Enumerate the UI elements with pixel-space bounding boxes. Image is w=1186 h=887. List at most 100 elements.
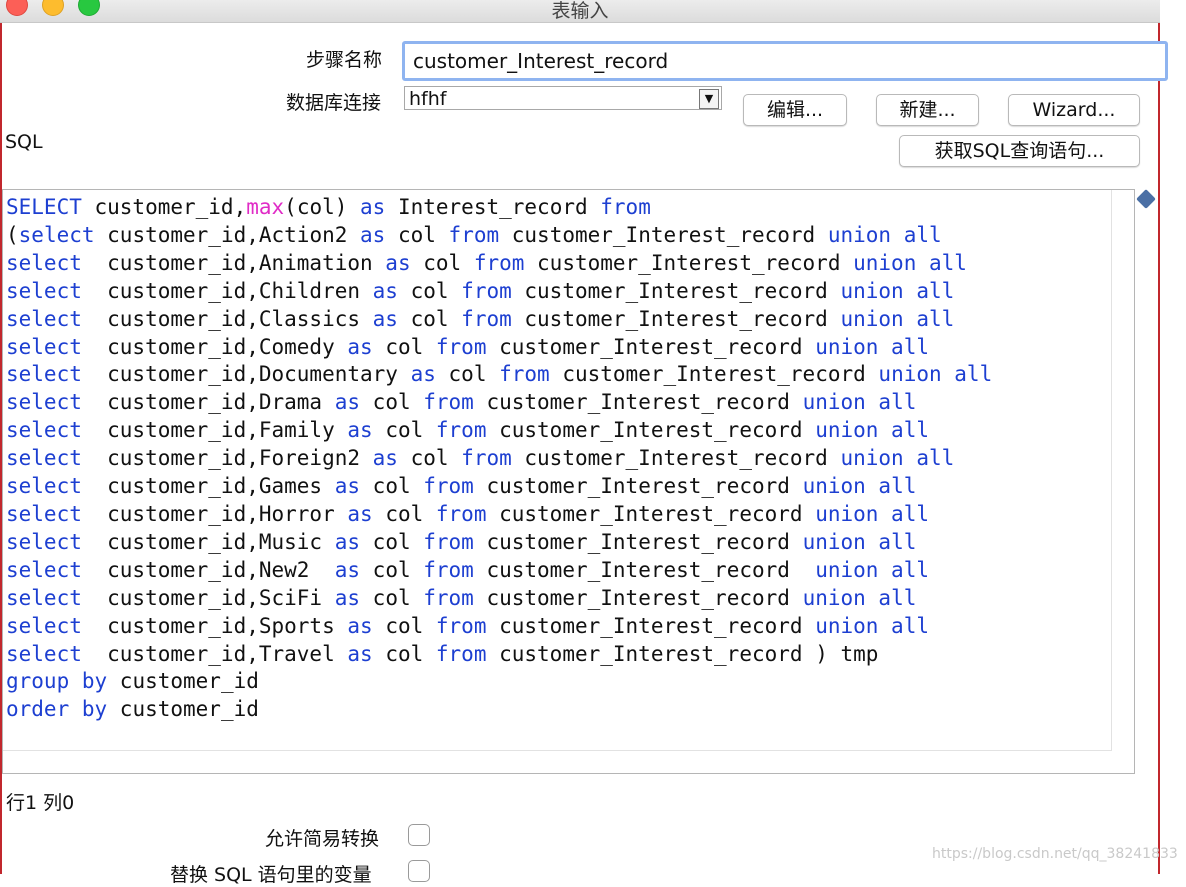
sql-text: col bbox=[385, 222, 449, 247]
step-name-input[interactable] bbox=[402, 41, 1168, 81]
window-title: 表输入 bbox=[551, 0, 609, 22]
sql-keyword: from bbox=[499, 362, 550, 387]
sql-line: select customer_id,Classics as col from … bbox=[6, 306, 992, 334]
lazy-conversion-checkbox[interactable] bbox=[408, 824, 430, 846]
sql-keyword: union all bbox=[853, 250, 967, 275]
sql-keyword: as bbox=[347, 501, 373, 526]
sql-text: customer_id bbox=[107, 669, 259, 694]
sql-text-area[interactable]: SELECT customer_id,max(col) as Interest_… bbox=[3, 190, 1112, 751]
sql-text: customer_Interest_record bbox=[486, 613, 816, 638]
sql-text: customer_id,Horror bbox=[81, 501, 348, 526]
sql-text: customer_id,Drama bbox=[81, 390, 335, 415]
step-name-label: 步骤名称 bbox=[306, 49, 383, 71]
sql-text: customer_id,Sports bbox=[81, 613, 348, 638]
sql-keyword: from bbox=[423, 557, 474, 582]
sql-line: select customer_id,SciFi as col from cus… bbox=[6, 585, 992, 613]
sql-keyword: from bbox=[461, 306, 512, 331]
sql-keyword: union all bbox=[802, 390, 917, 415]
sql-keyword: select bbox=[6, 474, 82, 499]
sql-text: customer_id,Comedy bbox=[81, 334, 348, 359]
sql-text: customer_Interest_record bbox=[486, 334, 816, 359]
sql-function: max bbox=[246, 195, 285, 219]
edit-connection-button[interactable]: 编辑... bbox=[743, 94, 847, 126]
sql-code[interactable]: SELECT customer_id,max(col) as Interest_… bbox=[6, 194, 992, 724]
sql-label: SQL bbox=[5, 131, 43, 153]
sql-line: order by customer_id bbox=[6, 696, 992, 724]
db-connection-select[interactable]: hfhf ▼ bbox=[404, 86, 722, 110]
sql-keyword: from bbox=[435, 501, 487, 526]
get-sql-query-button[interactable]: 获取SQL查询语句... bbox=[899, 135, 1140, 167]
sql-text: customer_id,Games bbox=[81, 474, 335, 499]
sql-text: ( bbox=[6, 222, 19, 247]
sql-text: customer_Interest_record bbox=[473, 585, 803, 610]
sql-text: col bbox=[372, 613, 436, 638]
sql-keyword: union all bbox=[840, 446, 955, 471]
wizard-button[interactable]: Wizard... bbox=[1008, 94, 1140, 126]
sql-keyword: from bbox=[423, 474, 474, 499]
dropdown-arrow-icon[interactable]: ▼ bbox=[699, 89, 719, 109]
sql-keyword: union all bbox=[827, 222, 942, 247]
sql-text: col bbox=[372, 641, 436, 666]
sql-keyword: union all bbox=[815, 557, 929, 582]
sql-keyword: select bbox=[6, 334, 82, 359]
sql-editor[interactable]: SELECT customer_id,max(col) as Interest_… bbox=[2, 189, 1135, 774]
sql-keyword: select bbox=[18, 222, 95, 247]
db-connection-label: 数据库连接 bbox=[286, 92, 382, 114]
sql-keyword: order by bbox=[6, 697, 108, 722]
sql-keyword: SELECT bbox=[6, 195, 82, 219]
sql-keyword: union all bbox=[878, 362, 993, 387]
sql-keyword: as bbox=[360, 195, 386, 219]
sql-keyword: from bbox=[435, 613, 487, 638]
replace-variables-checkbox[interactable] bbox=[408, 860, 430, 882]
sql-keyword: as bbox=[372, 306, 398, 331]
sql-keyword: select bbox=[6, 362, 82, 387]
sql-line: select customer_id,New2 as col from cust… bbox=[6, 557, 992, 585]
sql-line: group by customer_id bbox=[6, 668, 992, 696]
sql-keyword: from bbox=[461, 446, 512, 471]
sql-text: col bbox=[372, 501, 436, 526]
sql-text: customer_Interest_record bbox=[473, 474, 803, 499]
sql-text: customer_id,Action2 bbox=[94, 222, 361, 247]
sql-text: col bbox=[372, 418, 436, 443]
sql-text: col bbox=[360, 557, 424, 582]
cursor-position-status: 行1 列0 bbox=[6, 792, 75, 814]
sql-keyword: from bbox=[435, 641, 487, 666]
sql-keyword: as bbox=[410, 362, 436, 387]
sql-line: select customer_id,Documentary as col fr… bbox=[6, 361, 992, 389]
sql-text: (col) bbox=[284, 195, 361, 219]
sql-line: select customer_id,Children as col from … bbox=[6, 278, 992, 306]
sql-text: col bbox=[397, 446, 462, 471]
sql-text: col bbox=[360, 585, 424, 610]
sql-keyword: select bbox=[6, 390, 82, 415]
sql-line: select customer_id,Sports as col from cu… bbox=[6, 613, 992, 641]
sql-text: customer_Interest_record bbox=[524, 250, 854, 275]
sql-text: customer_Interest_record bbox=[511, 278, 841, 303]
sql-keyword: union all bbox=[815, 418, 929, 443]
sql-text: customer_Interest_record ) tmp bbox=[486, 641, 879, 666]
sql-keyword: union all bbox=[815, 613, 929, 638]
sql-keyword: select bbox=[6, 306, 82, 331]
sql-text: customer_Interest_record bbox=[486, 501, 816, 526]
sql-text: customer_id bbox=[107, 697, 259, 722]
title-bar[interactable]: 表输入 bbox=[0, 0, 1160, 23]
sql-text: customer_Interest_record bbox=[473, 529, 803, 554]
sql-keyword: as bbox=[334, 474, 361, 499]
sql-keyword: from bbox=[448, 222, 500, 247]
sql-text: customer_id,Classics bbox=[81, 306, 373, 331]
sql-keyword: select bbox=[6, 278, 82, 303]
sql-keyword: as bbox=[334, 585, 361, 610]
window-border-right bbox=[1158, 0, 1160, 874]
sql-keyword: as bbox=[347, 641, 373, 666]
sql-keyword: as bbox=[372, 446, 398, 471]
sql-text: customer_Interest_record bbox=[499, 222, 828, 247]
sql-keyword: as bbox=[347, 613, 373, 638]
sql-keyword: from bbox=[423, 390, 474, 415]
sql-line: (select customer_id,Action2 as col from … bbox=[6, 222, 992, 250]
sql-keyword: as bbox=[360, 222, 386, 247]
sql-keyword: as bbox=[347, 334, 373, 359]
sql-keyword: from bbox=[461, 278, 512, 303]
sql-text: col bbox=[397, 278, 462, 303]
new-connection-button[interactable]: 新建... bbox=[876, 94, 979, 126]
sql-keyword: union all bbox=[802, 474, 917, 499]
sql-line: select customer_id,Games as col from cus… bbox=[6, 473, 992, 501]
